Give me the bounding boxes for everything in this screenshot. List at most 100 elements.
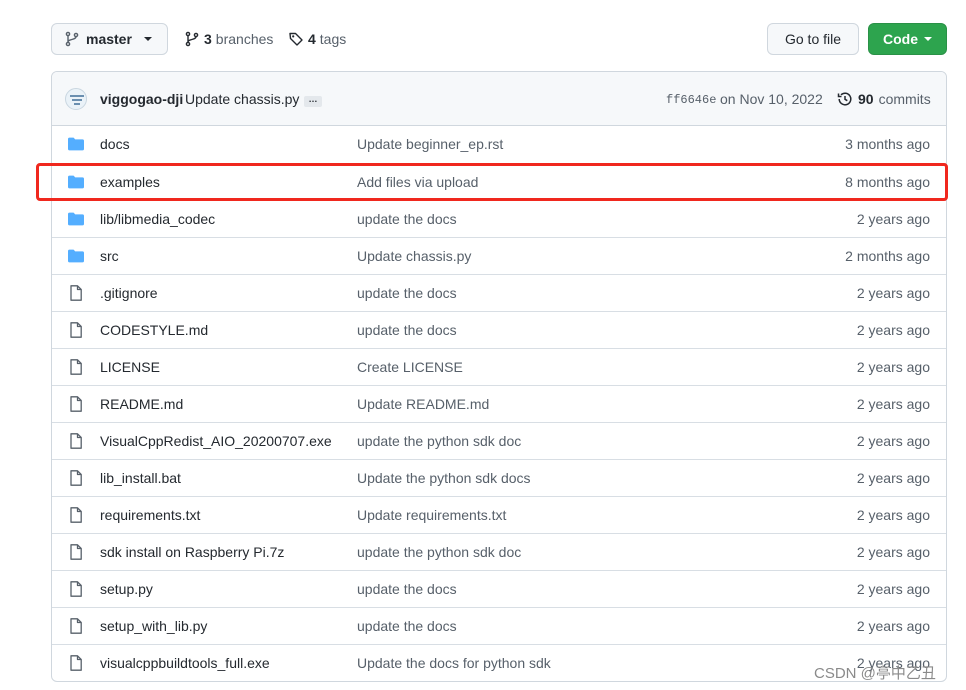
file-icon [67,322,85,338]
file-icon [67,581,85,597]
folder-icon [67,174,85,190]
commit-sha-link[interactable]: ff6646e [666,93,716,107]
file-row[interactable]: docs Update beginner_ep.rst 3 months ago [52,126,946,163]
file-rows: docs Update beginner_ep.rst 3 months ago ex… [52,126,946,681]
commit-message-link[interactable]: update the docs [357,618,457,634]
tags-count: 4 [308,31,316,47]
commit-age: 2 months ago [845,248,930,264]
file-name-link[interactable]: sdk install on Raspberry Pi.7z [100,544,284,560]
commit-message-link[interactable]: Create LICENSE [357,359,463,375]
file-name-link[interactable]: LICENSE [100,359,160,375]
commit-expand-button[interactable]: … [304,95,322,107]
commit-message-link[interactable]: Update README.md [357,396,489,412]
git-branch-icon [185,31,199,47]
commit-message-link[interactable]: update the python sdk doc [357,544,521,560]
file-row[interactable]: lib/libmedia_codec update the docs 2 years… [52,200,946,237]
file-row[interactable]: VisualCppRedist_AIO_20200707.exe update t… [52,422,946,459]
file-row[interactable]: README.md Update README.md 2 years ago [52,385,946,422]
file-name-link[interactable]: examples [100,174,160,190]
file-row[interactable]: examples Add files via upload 8 months ago [52,163,946,200]
commit-age: 2 years ago [856,211,930,227]
branches-link[interactable]: 3 branches [184,23,273,55]
commit-age: 2 years ago [856,618,930,634]
chevron-down-icon [924,37,932,41]
file-row[interactable]: src Update chassis.py 2 months ago [52,237,946,274]
commit-message-link[interactable]: Update the python sdk docs [357,470,531,486]
commit-message-link[interactable]: Update the docs for python sdk [357,655,551,671]
file-icon [67,544,85,560]
watermark: CSDN @亭中乙丑 [814,665,936,682]
file-row[interactable]: lib_install.bat Update the python sdk doc… [52,459,946,496]
commit-message-link[interactable]: update the docs [357,322,457,338]
file-name-link[interactable]: lib/libmedia_codec [100,211,215,227]
file-name-link[interactable]: CODESTYLE.md [100,322,208,338]
branch-select-button[interactable]: master [51,23,168,55]
latest-commit-bar: viggogao-dji Update chassis.py … ff6646e… [52,72,946,126]
file-name-link[interactable]: setup_with_lib.py [100,618,207,634]
file-name-link[interactable]: .gitignore [100,285,158,301]
code-button-label: Code [883,31,918,47]
commit-message-link[interactable]: Add files via upload [357,174,478,190]
commit-author-link[interactable]: viggogao-dji [100,91,183,107]
repo-toolbar: master 3 branches 4 tags Go to file Code [51,23,947,55]
commit-age: 2 years ago [856,396,930,412]
commit-age: 2 years ago [856,433,930,449]
folder-icon [67,248,85,264]
commit-age: 3 months ago [845,136,930,152]
tags-label: tags [319,31,347,47]
file-row[interactable]: sdk install on Raspberry Pi.7z update the… [52,533,946,570]
commit-age: 8 months ago [845,174,930,190]
file-row[interactable]: visualcppbuildtools_full.exe Update the d… [52,644,946,681]
file-name-link[interactable]: lib_install.bat [100,470,181,486]
file-list: viggogao-dji Update chassis.py … ff6646e… [51,71,947,682]
file-row[interactable]: setup_with_lib.py update the docs 2 years … [52,607,946,644]
file-row[interactable]: .gitignore update the docs 2 years ago [52,274,946,311]
file-row[interactable]: setup.py update the docs 2 years ago [52,570,946,607]
avatar[interactable] [65,88,87,110]
commit-message-link[interactable]: update the python sdk doc [357,433,521,449]
file-name-link[interactable]: visualcppbuildtools_full.exe [100,655,270,671]
file-name-link[interactable]: docs [100,136,130,152]
commit-message-link[interactable]: update the docs [357,211,457,227]
folder-icon [67,211,85,227]
commit-message-link[interactable]: Update chassis.py [185,91,299,107]
commit-message-link[interactable]: Update beginner_ep.rst [357,136,503,152]
branch-name: master [86,31,132,47]
file-row[interactable]: requirements.txt Update requirements.txt 2… [52,496,946,533]
file-icon [67,359,85,375]
file-name-link[interactable]: requirements.txt [100,507,200,523]
code-button[interactable]: Code [868,23,947,55]
file-icon [67,618,85,634]
file-icon [67,470,85,486]
history-icon [837,92,852,106]
file-name-link[interactable]: src [100,248,119,264]
commit-date: on Nov 10, 2022 [720,91,823,107]
tags-link[interactable]: 4 tags [288,23,346,55]
folder-icon [67,136,85,152]
file-icon [67,396,85,412]
file-name-link[interactable]: setup.py [100,581,153,597]
file-name-link[interactable]: README.md [100,396,183,412]
commit-message-link[interactable]: update the docs [357,581,457,597]
file-icon [67,433,85,449]
commit-message-link[interactable]: Update chassis.py [357,248,471,264]
commit-age: 2 years ago [856,470,930,486]
file-row[interactable]: CODESTYLE.md update the docs 2 years ago [52,311,946,348]
file-name-link[interactable]: VisualCppRedist_AIO_20200707.exe [100,433,332,449]
file-icon [67,655,85,671]
file-row[interactable]: LICENSE Create LICENSE 2 years ago [52,348,946,385]
file-icon [67,507,85,523]
branches-label: branches [215,31,274,47]
branches-count: 3 [204,31,212,47]
file-icon [67,285,85,301]
chevron-down-icon [143,37,152,41]
commits-history-link[interactable]: 90 commits [837,91,931,107]
go-to-file-button[interactable]: Go to file [767,23,859,55]
tag-icon [289,32,303,46]
commit-age: 2 years ago [856,507,930,523]
git-branch-icon [65,31,79,47]
commit-message-link[interactable]: update the docs [357,285,457,301]
commit-age: 2 years ago [856,544,930,560]
commit-message-link[interactable]: Update requirements.txt [357,507,506,523]
avatar-icon [70,95,84,105]
